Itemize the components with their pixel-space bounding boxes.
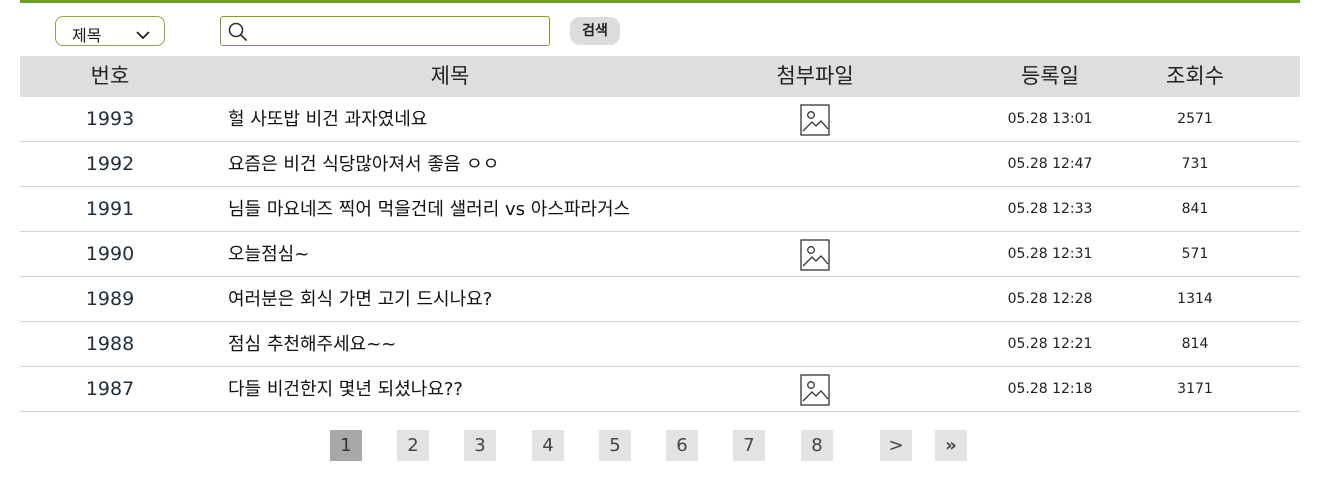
page-button-7[interactable]: 7 (733, 430, 765, 461)
chevron-down-icon (136, 25, 150, 44)
table-row[interactable]: 1988 점심 추천해주세요~~ 05.28 12:21 814 (20, 322, 1300, 367)
post-date: 05.28 12:18 (1007, 381, 1093, 397)
image-icon[interactable] (798, 367, 832, 412)
post-views: 814 (1181, 336, 1209, 352)
post-title-link[interactable]: 다들 비건한지 몇년 되셨나요?? (228, 367, 463, 412)
header-title: 제목 (430, 64, 470, 88)
search-box[interactable] (220, 16, 550, 46)
table-header: 번호 제목 첨부파일 등록일 조회수 (20, 56, 1300, 97)
post-date: 05.28 12:33 (1007, 201, 1093, 217)
next-page-button[interactable]: > (880, 430, 912, 461)
post-date: 05.28 12:28 (1007, 291, 1093, 307)
table-row[interactable]: 1990 오늘점심~ 05.28 12:31 571 (20, 232, 1300, 277)
table-row[interactable]: 1992 요즘은 비건 식당많아져서 좋음 ㅇㅇ 05.28 12:47 731 (20, 142, 1300, 187)
post-number: 1988 (85, 333, 135, 355)
post-views: 3171 (1177, 381, 1213, 397)
post-date: 05.28 12:47 (1007, 156, 1093, 172)
post-title-link[interactable]: 헐 사또밥 비건 과자였네요 (228, 97, 427, 142)
header-date: 등록일 (1021, 64, 1079, 88)
search-field-select[interactable]: 제목 (55, 16, 165, 46)
page-button-2[interactable]: 2 (397, 430, 429, 461)
page-button-6[interactable]: 6 (666, 430, 698, 461)
table-row[interactable]: 1993 헐 사또밥 비건 과자였네요 05.28 13:01 2571 (20, 97, 1300, 142)
table-row[interactable]: 1991 님들 마요네즈 찍어 먹을건데 샐러리 vs 아스파라거스 05.28 1… (20, 187, 1300, 232)
search-input[interactable] (253, 20, 543, 42)
post-title-link[interactable]: 점심 추천해주세요~~ (228, 322, 396, 367)
top-accent-line (20, 0, 1300, 3)
post-views: 571 (1181, 246, 1209, 262)
post-views: 2571 (1177, 111, 1213, 127)
page-button-4[interactable]: 4 (532, 430, 564, 461)
post-title-link[interactable]: 오늘점심~ (228, 232, 309, 277)
post-number: 1993 (85, 108, 135, 130)
image-icon[interactable] (798, 97, 832, 142)
header-file: 첨부파일 (776, 64, 854, 88)
header-views: 조회수 (1166, 64, 1224, 88)
post-number: 1991 (85, 198, 135, 220)
table-row[interactable]: 1987 다들 비건한지 몇년 되셨나요?? 05.28 12:18 3171 (20, 367, 1300, 412)
last-page-button[interactable]: » (935, 430, 967, 461)
post-date: 05.28 12:21 (1007, 336, 1093, 352)
post-number: 1992 (85, 153, 135, 175)
post-number: 1989 (85, 288, 135, 310)
page-button-1[interactable]: 1 (330, 430, 362, 461)
search-field-select-value: 제목 (72, 26, 102, 45)
post-number: 1990 (85, 243, 135, 265)
image-icon[interactable] (798, 232, 832, 277)
post-title-link[interactable]: 요즘은 비건 식당많아져서 좋음 ㅇㅇ (228, 142, 499, 187)
page-button-5[interactable]: 5 (599, 430, 631, 461)
post-date: 05.28 13:01 (1007, 111, 1093, 127)
post-number: 1987 (85, 378, 135, 400)
post-date: 05.28 12:31 (1007, 246, 1093, 262)
search-button[interactable]: 검색 (570, 17, 620, 45)
post-title-link[interactable]: 여러분은 회식 가면 고기 드시나요? (228, 277, 492, 322)
header-no: 번호 (90, 64, 130, 88)
page-button-8[interactable]: 8 (801, 430, 833, 461)
post-views: 1314 (1177, 291, 1213, 307)
post-title-link[interactable]: 님들 마요네즈 찍어 먹을건데 샐러리 vs 아스파라거스 (228, 187, 630, 232)
search-icon (228, 22, 248, 46)
post-views: 731 (1181, 156, 1209, 172)
table-row[interactable]: 1989 여러분은 회식 가면 고기 드시나요? 05.28 12:28 1314 (20, 277, 1300, 322)
post-views: 841 (1181, 201, 1209, 217)
page-button-3[interactable]: 3 (464, 430, 496, 461)
